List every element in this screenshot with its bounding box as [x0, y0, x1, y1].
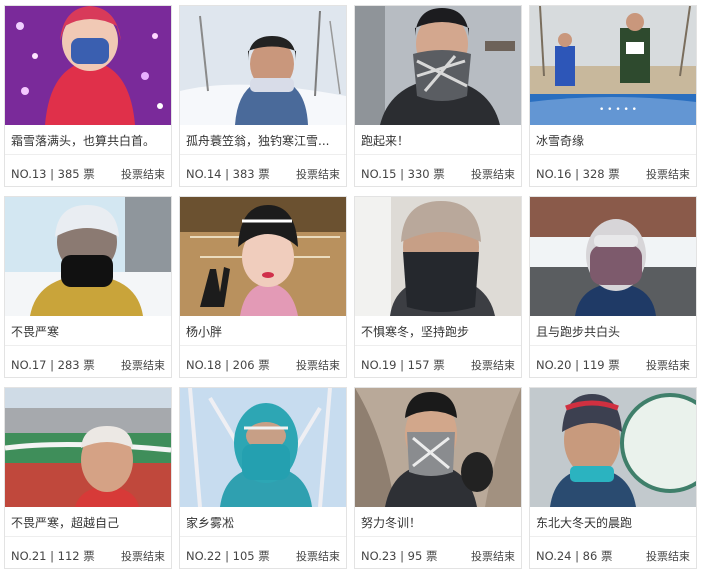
divider — [355, 154, 521, 155]
divider — [180, 536, 346, 537]
entry-card-22[interactable]: 家乡雾凇 NO.22 | 105 票 投票结束 — [179, 387, 347, 569]
entry-number-votes: NO.17 | 283 票 — [11, 358, 95, 372]
divider — [5, 345, 171, 346]
entry-card-17[interactable]: 不畏严寒 NO.17 | 283 票 投票结束 — [4, 196, 172, 378]
divider — [180, 345, 346, 346]
vote-status: 投票结束 — [296, 359, 340, 372]
entry-card-18[interactable]: 杨小胖 NO.18 | 206 票 投票结束 — [179, 196, 347, 378]
entry-number-votes: NO.14 | 383 票 — [186, 167, 270, 181]
entry-title: 且与跑步共白头 — [536, 325, 621, 339]
entry-number-votes: NO.20 | 119 票 — [536, 358, 620, 372]
entry-photo[interactable] — [5, 388, 171, 507]
vote-status: 投票结束 — [121, 550, 165, 563]
entry-photo[interactable] — [5, 6, 171, 125]
entry-number-votes: NO.24 | 86 票 — [536, 549, 613, 563]
divider — [5, 154, 171, 155]
entry-card-20[interactable]: 且与跑步共白头 NO.20 | 119 票 投票结束 — [529, 196, 697, 378]
entry-photo[interactable] — [180, 388, 346, 507]
entry-title: 跑起来！ — [361, 134, 410, 148]
entry-number-votes: NO.23 | 95 票 — [361, 549, 438, 563]
entry-photo[interactable] — [355, 197, 521, 316]
entry-number-votes: NO.22 | 105 票 — [186, 549, 270, 563]
entry-card-23[interactable]: 努力冬训！ NO.23 | 95 票 投票结束 — [354, 387, 522, 569]
entry-card-15[interactable]: 跑起来！ NO.15 | 330 票 投票结束 — [354, 5, 522, 187]
divider — [355, 536, 521, 537]
entry-card-14[interactable]: 孤舟蓑笠翁，独钓寒江雪... NO.14 | 383 票 投票结束 — [179, 5, 347, 187]
divider — [530, 154, 696, 155]
vote-status: 投票结束 — [471, 359, 515, 372]
entry-number-votes: NO.19 | 157 票 — [361, 358, 445, 372]
divider — [530, 345, 696, 346]
entry-photo[interactable] — [180, 6, 346, 125]
vote-status: 投票结束 — [471, 550, 515, 563]
entry-title: 不畏严寒，超越自己 — [11, 516, 120, 530]
divider — [355, 345, 521, 346]
entry-number-votes: NO.21 | 112 票 — [11, 549, 95, 563]
entry-photo[interactable] — [355, 388, 521, 507]
entry-number-votes: NO.16 | 328 票 — [536, 167, 620, 181]
entry-title: 孤舟蓑笠翁，独钓寒江雪... — [186, 134, 330, 148]
vote-status: 投票结束 — [121, 168, 165, 181]
vote-status: 投票结束 — [296, 550, 340, 563]
entry-card-24[interactable]: 东北大冬天的晨跑 NO.24 | 86 票 投票结束 — [529, 387, 697, 569]
entry-grid: 霜雪落满头，也算共白首。 NO.13 | 385 票 投票结束 孤舟蓑笠翁，独钓… — [0, 0, 702, 573]
entry-title: 不惧寒冬，坚持跑步 — [361, 325, 470, 339]
entry-photo[interactable]: • • • • • — [530, 6, 696, 125]
divider — [530, 536, 696, 537]
entry-title: 不畏严寒 — [11, 325, 60, 339]
entry-photo[interactable] — [530, 197, 696, 316]
entry-number-votes: NO.13 | 385 票 — [11, 167, 95, 181]
entry-title: 冰雪奇缘 — [536, 134, 585, 148]
entry-photo[interactable] — [180, 197, 346, 316]
entry-title: 霜雪落满头，也算共白首。 — [11, 134, 156, 148]
entry-photo[interactable] — [530, 388, 696, 507]
vote-status: 投票结束 — [296, 168, 340, 181]
entry-photo[interactable] — [5, 197, 171, 316]
entry-card-13[interactable]: 霜雪落满头，也算共白首。 NO.13 | 385 票 投票结束 — [4, 5, 172, 187]
entry-title: 杨小胖 — [186, 325, 223, 339]
entry-photo[interactable] — [355, 6, 521, 125]
entry-title: 东北大冬天的晨跑 — [536, 516, 633, 530]
divider — [5, 536, 171, 537]
vote-status: 投票结束 — [646, 359, 690, 372]
entry-title: 努力冬训！ — [361, 516, 422, 530]
vote-status: 投票结束 — [471, 168, 515, 181]
entry-number-votes: NO.18 | 206 票 — [186, 358, 270, 372]
entry-card-21[interactable]: 不畏严寒，超越自己 NO.21 | 112 票 投票结束 — [4, 387, 172, 569]
vote-status: 投票结束 — [646, 168, 690, 181]
entry-number-votes: NO.15 | 330 票 — [361, 167, 445, 181]
svg-text:• • • • •: • • • • • — [599, 105, 637, 115]
vote-status: 投票结束 — [121, 359, 165, 372]
vote-status: 投票结束 — [646, 550, 690, 563]
entry-card-19[interactable]: 不惧寒冬，坚持跑步 NO.19 | 157 票 投票结束 — [354, 196, 522, 378]
entry-title: 家乡雾凇 — [186, 516, 235, 530]
divider — [180, 154, 346, 155]
entry-card-16[interactable]: • • • • • 冰雪奇缘 NO.16 | 328 票 投票结束 — [529, 5, 697, 187]
